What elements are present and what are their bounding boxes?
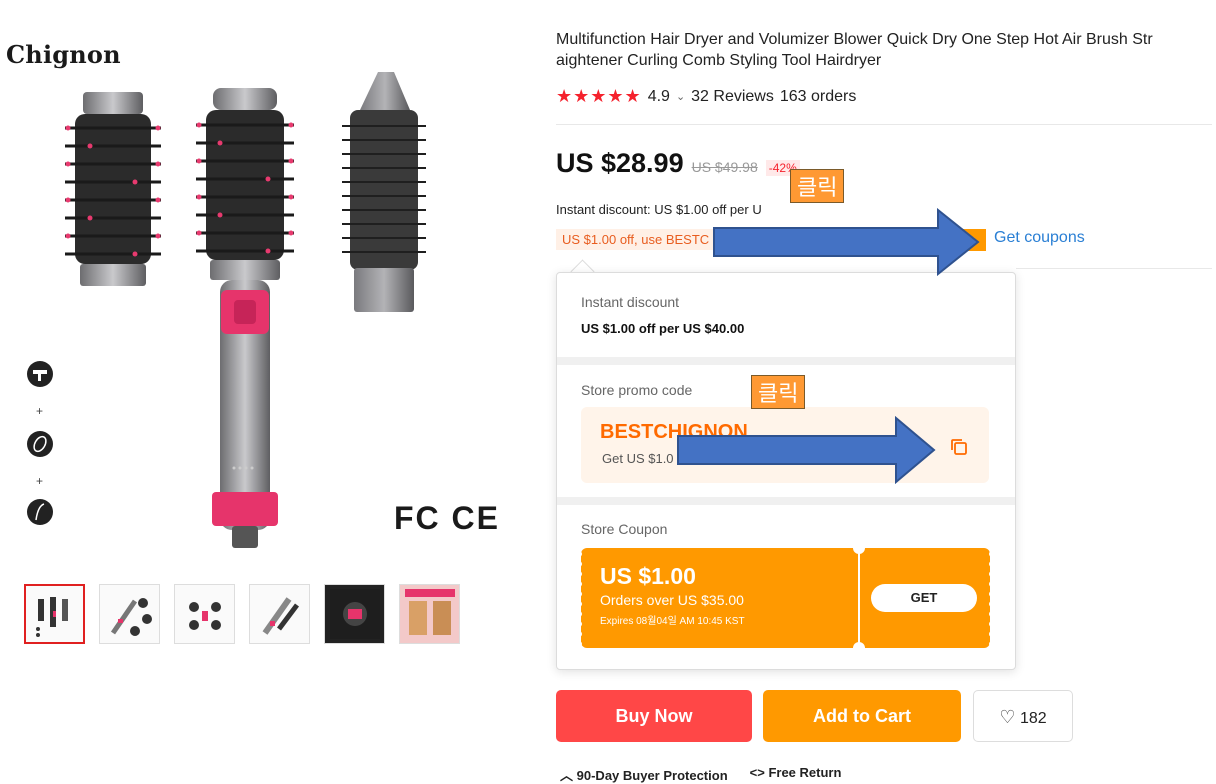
buyer-protection: ︿ 90-Day Buyer Protection [560, 768, 728, 783]
original-price: US $49.98 [691, 159, 758, 175]
product-title-line-1: Multifunction Hair Dryer and Volumizer B… [556, 31, 1153, 48]
click-annotation-1: 클릭 [790, 169, 845, 203]
get-coupons-link[interactable]: Get coupons [994, 229, 1085, 247]
coupon-perforation [853, 548, 865, 648]
current-price: US $28.99 [556, 148, 684, 178]
certification-marks: FC CE [394, 500, 500, 536]
section-separator [557, 357, 1015, 365]
rating-value[interactable]: 4.9 [648, 88, 670, 106]
svg-text:+: + [36, 474, 43, 488]
thumbnail-1[interactable] [24, 584, 85, 644]
buyer-assurance-row: ︿ 90-Day Buyer Protection <> Free Return [560, 765, 841, 784]
heart-icon: ♡ [999, 707, 1016, 727]
shield-icon: ︿ [560, 768, 574, 783]
thumbnail-2[interactable] [99, 584, 160, 644]
add-to-cart-button[interactable]: Add to Cart [763, 690, 961, 742]
arrow-annotation-2 [677, 416, 936, 484]
store-promo-code-label: Store promo code [581, 382, 693, 398]
wishlist-button[interactable]: ♡ 182 [973, 690, 1073, 742]
section-separator [557, 497, 1015, 505]
store-coupon-label: Store Coupon [581, 521, 668, 537]
copy-icon[interactable] [950, 438, 968, 456]
return-icon: <> [749, 765, 765, 780]
thumbnail-5[interactable] [324, 584, 385, 644]
svg-text:+: + [36, 404, 43, 418]
free-return: <> Free Return [749, 765, 842, 780]
instant-discount-value: US $1.00 off per US $40.00 [581, 321, 745, 336]
wishlist-count: 182 [1019, 710, 1047, 727]
coupon-expiry: Expires 08월04일 AM 10:45 KST [600, 616, 745, 627]
divider [556, 124, 1212, 125]
thumbnail-3[interactable] [174, 584, 235, 644]
click-annotation-2: 클릭 [751, 375, 806, 409]
coupon-scalloped-edge [989, 551, 992, 647]
thumbnail-4[interactable] [249, 584, 310, 644]
chevron-down-icon[interactable]: ⌄ [676, 90, 685, 103]
thumbnail-strip [24, 584, 460, 644]
get-coupon-button[interactable]: GET [871, 584, 977, 612]
price-row: US $28.99 US $49.98 -42% [556, 148, 800, 179]
brand-logo: Chignon [6, 40, 121, 69]
promo-code-strip[interactable]: US $1.00 off, use BESTC [556, 229, 716, 250]
arrow-annotation-1 [713, 208, 980, 276]
rating-row: ★★★★★ 4.9 ⌄ 32 Reviews 163 orders [556, 86, 856, 107]
instant-discount-label: Instant discount [581, 294, 680, 310]
product-title-line-2: aightener Curling Comb Styling Tool Hair… [556, 52, 882, 69]
divider [1016, 268, 1212, 269]
coupon-amount: US $1.00 [600, 563, 696, 589]
coupon-scalloped-edge-left [579, 551, 582, 647]
product-title: Multifunction Hair Dryer and Volumizer B… [556, 29, 1212, 71]
thumbnail-6[interactable] [399, 584, 460, 644]
buy-now-button[interactable]: Buy Now [556, 690, 752, 742]
orders-count: 163 orders [779, 87, 857, 105]
coupon-minimum: Orders over US $35.00 [600, 592, 744, 608]
reviews-count[interactable]: 32 Reviews [691, 88, 774, 106]
star-rating-icon: ★★★★★ [556, 86, 642, 106]
product-main-image: + + [27, 72, 426, 548]
promo-code-description: Get US $1.0 [602, 451, 674, 466]
